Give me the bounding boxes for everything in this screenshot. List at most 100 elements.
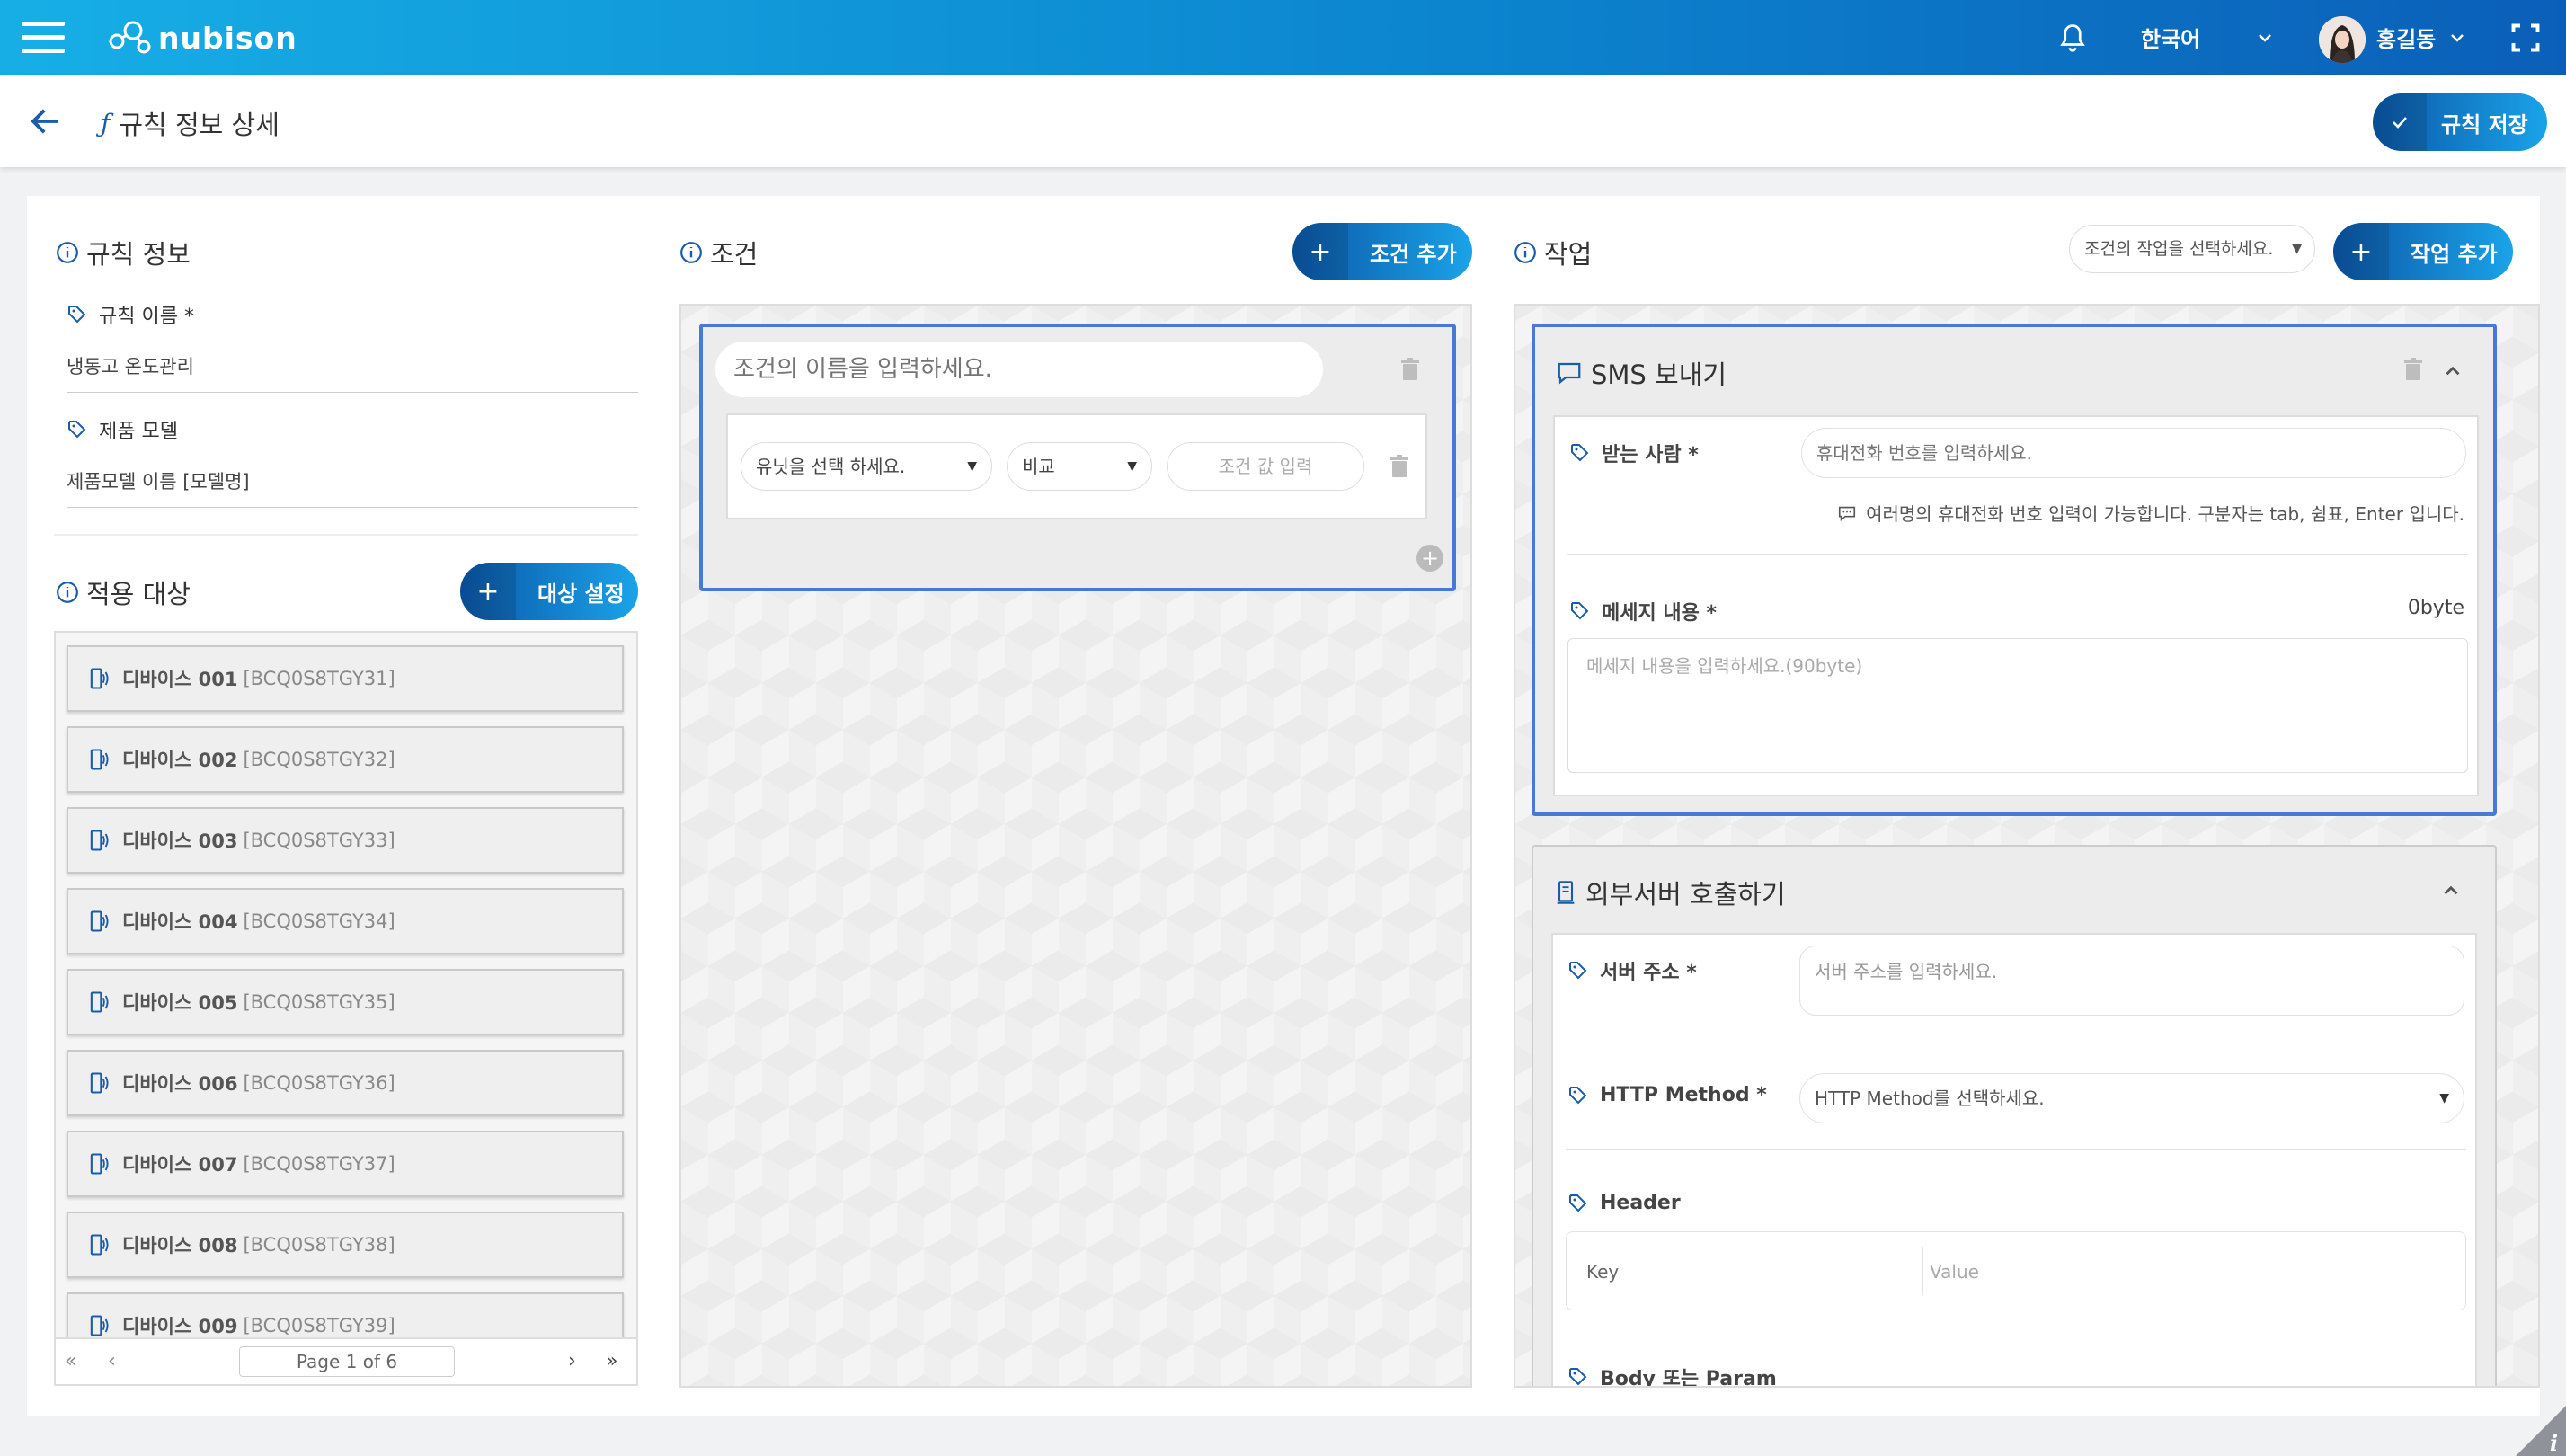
byte-counter: 0byte xyxy=(2407,597,2464,619)
list-item[interactable]: 디바이스 007 [BCQ0S8TGY37] xyxy=(67,1131,624,1197)
add-condition-button[interactable]: + 조건 추가 xyxy=(1292,223,1472,280)
unit-select[interactable]: 유닛을 선택 하세요. ▼ xyxy=(741,442,992,491)
http-method-label: HTTP Method * xyxy=(1567,1084,1767,1106)
divider xyxy=(1566,1149,2466,1150)
language-select[interactable]: 한국어 xyxy=(2141,22,2200,53)
tag-icon xyxy=(1569,962,1587,980)
list-item[interactable]: 디바이스 006 [BCQ0S8TGY36] xyxy=(67,1050,624,1116)
first-page-icon[interactable]: « xyxy=(65,1350,76,1372)
prev-page-icon[interactable]: ‹ xyxy=(108,1350,116,1372)
condition-name-input[interactable] xyxy=(715,342,1323,397)
device-icon xyxy=(90,749,109,770)
list-item[interactable]: 디바이스 003 [BCQ0S8TGY33] xyxy=(67,807,624,874)
chevron-down-icon[interactable] xyxy=(2254,27,2276,49)
tag-icon xyxy=(68,306,86,324)
list-item[interactable]: 디바이스 005 [BCQ0S8TGY35] xyxy=(67,969,624,1035)
sms-form: 받는 사람 * 여러명의 휴대전화 번호 입력이 가능합니다. 구분자는 tab… xyxy=(1553,415,2479,796)
targets-title: 적용 대상 xyxy=(56,573,191,611)
add-action-button[interactable]: + 작업 추가 xyxy=(2333,223,2513,280)
page-title: ƒ 규칙 정보 상세 xyxy=(101,108,280,141)
device-icon xyxy=(90,991,109,1013)
chevron-up-icon[interactable] xyxy=(2439,879,2463,902)
http-card-title: 외부서버 호출하기 xyxy=(1553,874,1786,911)
plus-icon: + xyxy=(1292,223,1348,280)
list-item[interactable]: 디바이스 001 [BCQ0S8TGY31] xyxy=(67,645,624,712)
actions-panel: SMS 보내기 받는 사람 * 여러명의 휴대전화 번호 입력이 가능합니다. … xyxy=(1514,304,2540,1388)
device-icon xyxy=(90,830,109,851)
sms-action-card: SMS 보내기 받는 사람 * 여러명의 휴대전화 번호 입력이 가능합니다. … xyxy=(1532,324,2497,816)
http-form: 서버 주소 * 서버 주소를 입력하세요. HTTP Method * HTTP… xyxy=(1551,933,2477,1386)
tag-icon xyxy=(1571,602,1589,620)
logo[interactable]: nubison xyxy=(106,16,297,59)
back-arrow-icon[interactable] xyxy=(27,102,65,140)
recipient-help: 여러명의 휴대전화 번호 입력이 가능합니다. 구분자는 tab, 쉼표, En… xyxy=(1837,500,2464,526)
svg-text:i: i xyxy=(2550,1430,2558,1456)
device-icon xyxy=(90,1153,109,1175)
caret-down-icon: ▼ xyxy=(2439,1091,2449,1105)
server-icon xyxy=(1557,881,1575,904)
device-icon xyxy=(90,1315,109,1336)
chat-icon xyxy=(1558,362,1581,385)
actions-title: 작업 xyxy=(1514,234,1592,271)
list-item[interactable]: 디바이스 004 [BCQ0S8TGY34] xyxy=(67,888,624,954)
main-card: 규칙 정보 규칙 이름 * 냉동고 온도관리 제품 모델 제품모델 이름 [모델… xyxy=(27,196,2540,1416)
header-key-input[interactable]: Key xyxy=(1586,1261,1619,1283)
device-icon xyxy=(90,1234,109,1256)
trash-icon[interactable] xyxy=(1400,358,1420,381)
set-targets-button[interactable]: + 대상 설정 xyxy=(460,563,638,620)
condition-value-input[interactable]: 조건 값 입력 xyxy=(1167,442,1364,491)
tag-icon xyxy=(1569,1086,1587,1104)
logo-mark-icon xyxy=(109,21,151,54)
last-page-icon[interactable]: » xyxy=(606,1350,617,1372)
info-icon xyxy=(680,242,702,263)
trash-icon[interactable] xyxy=(1390,455,1409,478)
http-method-select[interactable]: HTTP Method를 선택하세요. ▼ xyxy=(1799,1073,2464,1123)
rule-name-value: 냉동고 온도관리 xyxy=(67,352,638,393)
plus-icon: + xyxy=(2333,223,2389,280)
list-item[interactable]: 디바이스 002 [BCQ0S8TGY32] xyxy=(67,726,624,793)
product-model-label: 제품 모델 xyxy=(67,415,178,444)
page-indicator[interactable]: Page 1 of 6 xyxy=(239,1346,455,1377)
avatar[interactable] xyxy=(2319,16,2366,63)
action-type-select[interactable]: 조건의 작업을 선택하세요. ▼ xyxy=(2069,225,2315,273)
comment-icon xyxy=(1839,506,1856,521)
tag-icon xyxy=(68,421,86,439)
chevron-down-icon[interactable] xyxy=(2446,27,2468,49)
server-address-input[interactable]: 서버 주소를 입력하세요. xyxy=(1799,946,2464,1016)
next-page-icon[interactable]: › xyxy=(568,1350,576,1372)
conditions-title: 조건 xyxy=(679,234,758,271)
add-row-icon[interactable]: + xyxy=(1416,545,1443,572)
condition-card: 유닛을 선택 하세요. ▼ 비교 ▼ 조건 값 입력 + xyxy=(699,324,1456,591)
message-textarea[interactable]: 메세지 내용을 입력하세요.(90byte) xyxy=(1567,638,2468,773)
rule-info-title: 규칙 정보 xyxy=(56,234,191,271)
trash-icon[interactable] xyxy=(2403,358,2423,381)
chevron-up-icon[interactable] xyxy=(2441,360,2464,383)
http-action-card: 외부서버 호출하기 서버 주소 * 서버 주소를 입력하세요. HTTP Met… xyxy=(1532,845,2497,1386)
divider xyxy=(54,534,638,536)
save-rule-button[interactable]: 규칙 저장 xyxy=(2373,93,2547,151)
plus-icon: + xyxy=(460,563,516,620)
user-name[interactable]: 홍길동 xyxy=(2376,22,2436,53)
bell-icon[interactable] xyxy=(2056,22,2089,54)
divider xyxy=(1922,1247,1923,1295)
info-icon xyxy=(1514,242,1536,263)
tag-icon xyxy=(1569,1194,1587,1212)
function-icon: ƒ xyxy=(101,108,111,138)
rule-name-label: 규칙 이름 * xyxy=(67,300,194,329)
info-corner-icon[interactable]: i xyxy=(2516,1406,2566,1456)
tag-icon xyxy=(1569,1368,1587,1386)
list-item[interactable]: 디바이스 008 [BCQ0S8TGY38] xyxy=(67,1212,624,1278)
caret-down-icon: ▼ xyxy=(967,459,977,474)
condition-row: 유닛을 선택 하세요. ▼ 비교 ▼ 조건 값 입력 xyxy=(726,413,1427,519)
recipient-input[interactable] xyxy=(1801,428,2466,478)
header-value-input[interactable]: Value xyxy=(1930,1261,1979,1283)
fullscreen-icon[interactable] xyxy=(2509,22,2542,54)
compare-select[interactable]: 비교 ▼ xyxy=(1007,442,1152,491)
menu-icon[interactable] xyxy=(22,22,65,54)
device-icon xyxy=(90,1072,109,1094)
avatar-image-icon xyxy=(2319,16,2366,63)
top-bar: nubison 한국어 홍길동 xyxy=(0,0,2566,75)
message-label: 메세지 내용 * xyxy=(1569,597,1717,626)
pagination: « ‹ Page 1 of 6 › » xyxy=(56,1337,636,1384)
device-icon xyxy=(90,910,109,932)
